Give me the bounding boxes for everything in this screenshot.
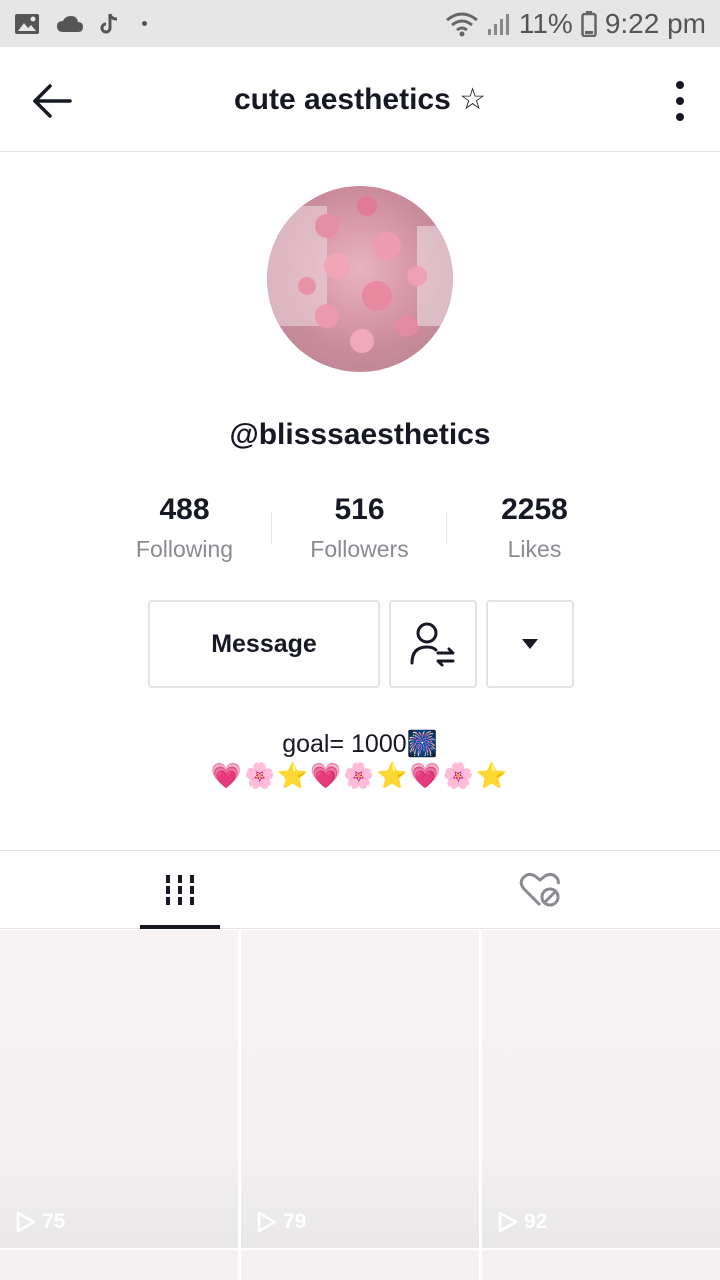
- view-count-value: 79: [283, 1210, 307, 1233]
- more-options-button[interactable]: [670, 77, 690, 125]
- stat-label: Likes: [507, 536, 562, 562]
- suggested-accounts-button[interactable]: [486, 600, 574, 688]
- view-count: 92: [498, 1210, 547, 1234]
- liked-hidden-icon: [519, 872, 560, 907]
- video-thumbnail[interactable]: [482, 1250, 720, 1280]
- video-thumbnail[interactable]: 75: [0, 930, 238, 1248]
- video-thumbnail[interactable]: [241, 1250, 479, 1280]
- user-swap-icon: [410, 622, 455, 667]
- video-thumbnail[interactable]: [0, 1250, 238, 1280]
- notification-dot-icon: [142, 21, 147, 26]
- unfollow-button[interactable]: [389, 600, 477, 688]
- view-count-value: 75: [42, 1210, 66, 1233]
- avatar-flowers-image: [267, 196, 453, 353]
- avatar[interactable]: [267, 186, 453, 372]
- stat-label: Following: [135, 536, 234, 562]
- active-tab-indicator: [140, 925, 220, 929]
- stat-likes: 2258 Likes: [447, 490, 622, 570]
- status-right: 11% 9:22 pm: [445, 8, 706, 40]
- message-button[interactable]: Message: [148, 600, 380, 688]
- tiktok-icon: [100, 13, 120, 35]
- battery-percent: 11%: [518, 7, 573, 39]
- profile-stats: 488 Following 516 Followers 2258 Likes: [97, 490, 623, 570]
- battery-icon: [581, 10, 597, 37]
- status-bar: 11% 9:22 pm: [0, 0, 720, 47]
- view-count: 75: [16, 1210, 65, 1234]
- status-left-icons: [14, 13, 147, 35]
- profile-bio: goal= 1000🎆 💗🌸⭐💗🌸⭐💗🌸⭐: [0, 728, 720, 792]
- stat-value: 488: [159, 493, 210, 526]
- video-grid: 75 79 92: [0, 930, 720, 1280]
- stat-label: Followers: [310, 536, 409, 562]
- back-arrow-icon: [33, 84, 72, 118]
- play-icon: [257, 1211, 277, 1233]
- bio-line: 💗🌸⭐💗🌸⭐💗🌸⭐: [210, 762, 510, 790]
- video-grid-next-row: [0, 1250, 720, 1280]
- more-dot-icon: [676, 81, 684, 89]
- wifi-icon: [445, 11, 479, 37]
- more-dot-icon: [676, 97, 684, 105]
- tab-liked[interactable]: [360, 851, 720, 929]
- stat-value: 2258: [501, 493, 568, 526]
- more-dot-icon: [676, 113, 684, 121]
- profile-tabs: [0, 850, 720, 929]
- profile-username: @blisssaesthetics: [229, 418, 491, 451]
- back-button[interactable]: [28, 77, 76, 125]
- video-thumbnail[interactable]: 79: [241, 930, 479, 1248]
- page-title: cute aesthetics ☆: [234, 82, 486, 116]
- stat-following[interactable]: 488 Following: [97, 490, 272, 570]
- play-icon: [16, 1211, 36, 1233]
- stat-value: 516: [334, 493, 385, 526]
- view-count: 79: [257, 1210, 306, 1234]
- gallery-icon: [14, 13, 40, 35]
- bio-line: goal= 1000🎆: [282, 730, 438, 758]
- clock: 9:22 pm: [604, 7, 706, 39]
- caret-down-icon: [522, 639, 538, 649]
- signal-icon: [487, 12, 511, 36]
- grid-icon: [166, 875, 194, 905]
- profile-actions: Message: [148, 600, 574, 688]
- play-icon: [498, 1211, 518, 1233]
- video-thumbnail[interactable]: 92: [482, 930, 720, 1248]
- view-count-value: 92: [524, 1210, 548, 1233]
- tab-videos[interactable]: [0, 851, 360, 929]
- cloud-icon: [56, 15, 84, 33]
- stat-followers[interactable]: 516 Followers: [272, 490, 447, 570]
- header: cute aesthetics ☆: [0, 47, 720, 152]
